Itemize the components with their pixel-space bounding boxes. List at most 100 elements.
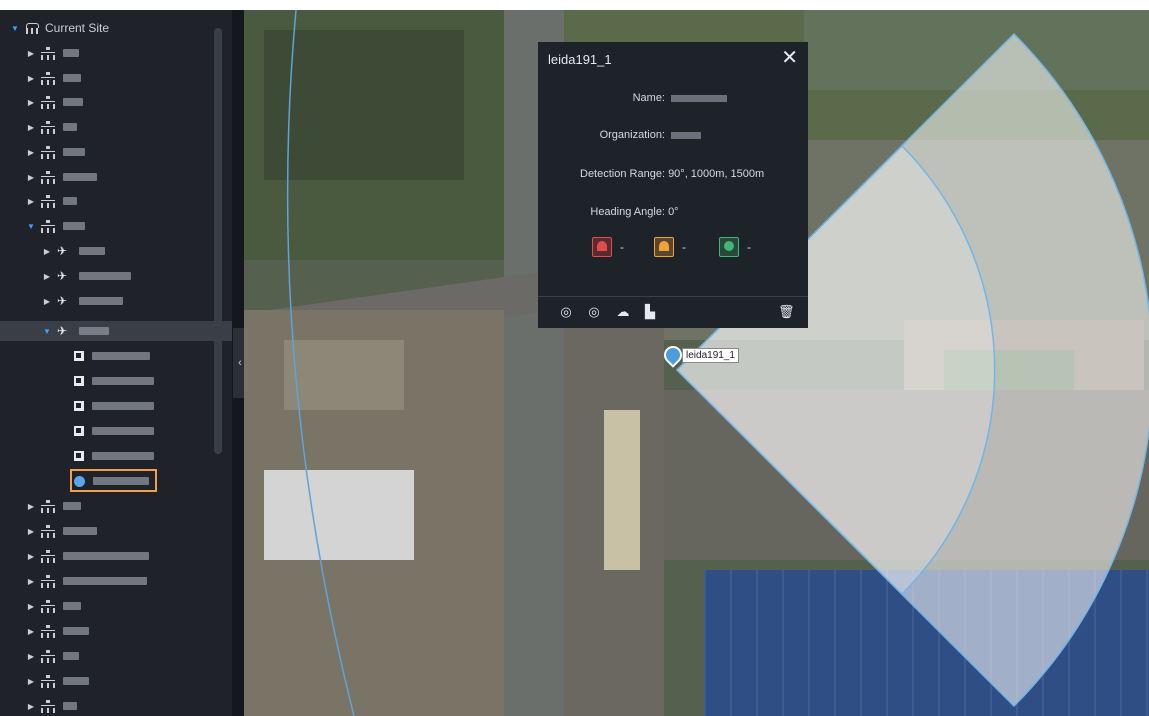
collapse-caret-icon[interactable]: ▶ (42, 297, 52, 306)
tree-org-item[interactable]: ▶ (0, 167, 214, 187)
collapse-caret-icon[interactable]: ▶ (26, 677, 36, 686)
organization-icon (41, 72, 55, 85)
organization-value-redacted (671, 131, 701, 139)
tree-org-item[interactable]: ▶ (0, 696, 214, 716)
blurred-label (79, 272, 131, 280)
organization-icon (41, 600, 55, 613)
tree-org-item[interactable]: ▶ (0, 142, 214, 162)
collapse-caret-icon[interactable]: ▶ (26, 702, 36, 711)
blurred-label (92, 377, 154, 385)
tree-root-label: Current Site (45, 21, 110, 35)
tree-org-item[interactable]: ▶ (0, 546, 214, 566)
collapse-caret-icon[interactable]: ▶ (26, 627, 36, 636)
heading-angle-value: 0° (668, 206, 679, 218)
siren-alarm-icon (592, 237, 612, 257)
organization-icon (41, 550, 55, 563)
collapse-caret-icon[interactable]: ▶ (26, 552, 36, 561)
collapse-caret-icon[interactable]: ▶ (26, 527, 36, 536)
tree-org-item[interactable]: ▶ (0, 92, 214, 112)
collapse-caret-icon[interactable]: ▶ (26, 602, 36, 611)
device-tree-panel: ▼ Current Site ▶ ▶ ▶ ▶ ▶ ▶ ▶ ▼ ▶ ✈ ▶ ✈ ▶ ✈ … (0, 10, 232, 716)
blurred-label (79, 247, 105, 255)
tree-org-item[interactable]: ▶ (0, 671, 214, 691)
tree-org-item[interactable]: ▶ (0, 571, 214, 591)
trash-icon[interactable]: 🗑 (778, 304, 795, 320)
alarm-count-orange: - (682, 240, 686, 254)
detection-range-value: 90°, 1000m, 1500m (668, 168, 765, 180)
tree-device-item[interactable]: ▶ ✈ (0, 266, 214, 286)
organization-icon (41, 146, 55, 159)
collapse-caret-icon[interactable]: ▶ (26, 502, 36, 511)
chart-icon[interactable]: ▙ (642, 304, 658, 320)
tree-device-item-selected[interactable]: ▼ ✈ (0, 321, 232, 341)
tree-channel-item[interactable] (0, 396, 214, 416)
blurred-label (63, 74, 81, 82)
tree-org-item[interactable]: ▶ (0, 43, 214, 63)
field-name: Name: (538, 92, 808, 104)
organization-icon (41, 625, 55, 638)
blurred-label (92, 427, 154, 435)
blurred-label (63, 577, 147, 585)
blurred-label (63, 552, 149, 560)
field-organization: Organization: (538, 129, 808, 141)
collapse-caret-icon[interactable]: ▶ (42, 247, 52, 256)
blurred-label (79, 297, 123, 305)
tree-device-item[interactable]: ▶ ✈ (0, 241, 214, 261)
collapse-caret-icon[interactable]: ▶ (26, 148, 36, 157)
collapse-caret-icon[interactable]: ▶ (26, 98, 36, 107)
blurred-label (92, 402, 154, 410)
tree-channel-item[interactable] (0, 421, 214, 441)
collapse-caret-icon[interactable]: ▶ (26, 123, 36, 132)
blurred-label (63, 652, 79, 660)
tree-channel-item[interactable] (0, 346, 214, 366)
blurred-label (92, 452, 154, 460)
close-icon[interactable]: ✕ (781, 47, 798, 69)
radar-track-icon[interactable]: ◎ (558, 304, 574, 320)
radar-zone-icon[interactable]: ◎ (586, 304, 602, 320)
blurred-label (63, 197, 77, 205)
tree-org-item[interactable]: ▶ (0, 646, 214, 666)
tree-org-item[interactable]: ▶ (0, 521, 214, 541)
radar-info-popup: leida191_1 ✕ Name: Organization: Detecti… (538, 42, 808, 328)
expand-caret-icon[interactable]: ▼ (42, 327, 52, 336)
tree-org-item[interactable]: ▶ (0, 496, 214, 516)
popup-divider (538, 296, 808, 297)
tree-org-item[interactable]: ▶ (0, 596, 214, 616)
organization-icon (41, 47, 55, 60)
blurred-label (63, 148, 85, 156)
heading-angle-label: Heading Angle: (590, 206, 665, 218)
tree-org-item[interactable]: ▶ (0, 621, 214, 641)
collapse-caret-icon[interactable]: ▶ (26, 49, 36, 58)
collapse-caret-icon[interactable]: ▶ (26, 173, 36, 182)
tree-org-item[interactable]: ▶ (0, 191, 214, 211)
sidebar-scrollbar[interactable] (214, 28, 222, 454)
tree-org-item[interactable]: ▶ (0, 68, 214, 88)
person-alarm-icon (719, 237, 739, 257)
collapse-caret-icon[interactable]: ▶ (26, 74, 36, 83)
organization-icon (41, 96, 55, 109)
camera-icon (74, 426, 84, 436)
tree-org-item-expanded[interactable]: ▼ (0, 216, 214, 236)
expand-caret-icon[interactable]: ▼ (10, 24, 20, 33)
collapse-caret-icon[interactable]: ▶ (42, 272, 52, 281)
tree-channel-item[interactable] (0, 446, 214, 466)
tree-device-item[interactable]: ▶ ✈ (0, 291, 214, 311)
blurred-label (63, 222, 85, 230)
site-icon (25, 22, 39, 34)
blurred-label (92, 352, 150, 360)
tree-org-item[interactable]: ▶ (0, 117, 214, 137)
collapse-caret-icon[interactable]: ▶ (26, 652, 36, 661)
expand-caret-icon[interactable]: ▼ (26, 222, 36, 231)
field-detection-range: Detection Range: 90°, 1000m, 1500m (538, 168, 808, 180)
organization-icon (41, 650, 55, 663)
name-value-redacted (671, 94, 727, 102)
tree-channel-item[interactable] (0, 371, 214, 391)
blurred-label (63, 49, 79, 57)
collapse-caret-icon[interactable]: ▶ (26, 197, 36, 206)
organization-icon (41, 121, 55, 134)
blurred-label (63, 502, 81, 510)
device-icon: ✈ (57, 244, 68, 258)
cloud-upload-icon[interactable]: ☁ (615, 304, 631, 320)
collapse-caret-icon[interactable]: ▶ (26, 577, 36, 586)
tree-root-current-site[interactable]: ▼ Current Site (0, 18, 214, 38)
